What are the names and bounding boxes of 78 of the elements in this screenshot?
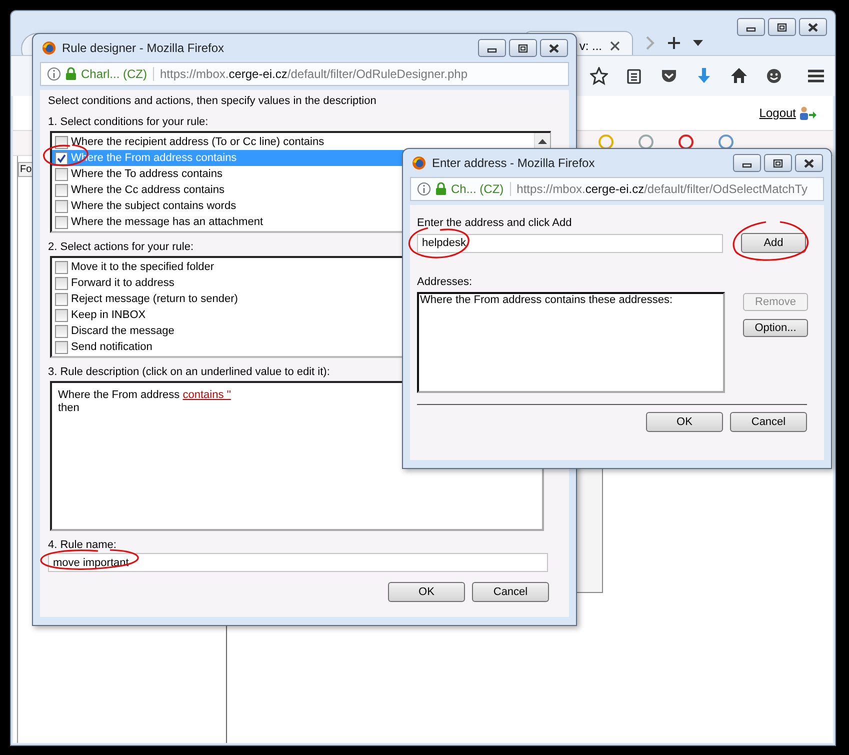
description-text: Where the From address contains '' [58, 389, 231, 402]
menu-icon[interactable] [807, 67, 825, 85]
lock-icon [65, 67, 77, 81]
maximize-button[interactable] [764, 154, 792, 172]
checkbox[interactable] [55, 168, 68, 180]
checkbox[interactable] [55, 276, 68, 290]
minimize-button[interactable] [478, 39, 506, 57]
close-icon [547, 42, 561, 54]
star-icon[interactable] [590, 67, 608, 85]
checkbox[interactable] [55, 308, 68, 322]
section-label: 3. Rule description (click on an underlined value to edit it): [48, 366, 330, 379]
section-label: 1. Select conditions for your rule: [48, 116, 208, 129]
checkbox[interactable] [55, 152, 68, 164]
info-icon [417, 182, 431, 196]
url-text: https://mbox.cerge-ei.cz/default/filter/OdSelectMatchTy [516, 182, 808, 196]
close-button[interactable] [799, 18, 827, 36]
url-text: https://mbox.cerge-ei.cz/default/filter/OdRuleDesigner.php [159, 67, 468, 81]
maximize-button[interactable] [768, 18, 796, 36]
tab-title: v: ... [579, 38, 602, 52]
checkbox[interactable] [55, 260, 68, 274]
add-button[interactable]: Add [741, 233, 806, 253]
clipboard-icon[interactable] [625, 67, 643, 85]
maximize-icon [775, 22, 789, 32]
logo-icon [42, 41, 56, 55]
checkbox[interactable] [55, 136, 68, 148]
section-label: 4. Rule name: [48, 539, 116, 552]
address-bar[interactable]: Charl... (CZ) https://mbox.cerge-ei.cz/default/filter/OdRuleDesigner.php [40, 62, 569, 86]
toolbar-icon[interactable] [678, 134, 694, 150]
checkbox[interactable] [55, 184, 68, 196]
close-icon [806, 22, 820, 32]
section-label: 2. Select actions for your rule: [48, 241, 194, 254]
toolbar-icon[interactable] [638, 134, 654, 150]
minimize-button[interactable] [733, 154, 761, 172]
home-icon[interactable] [730, 67, 748, 85]
toolbar-icon[interactable] [718, 134, 734, 150]
window-title: Rule designer - Mozilla Firefox [62, 41, 224, 55]
field-label: Addresses: [417, 276, 472, 289]
minimize-button[interactable] [737, 18, 765, 36]
toolbar-icon[interactable] [598, 134, 614, 150]
close-icon[interactable] [610, 40, 620, 50]
condition-item[interactable]: Where the recipient address (To or Cc line) contains [52, 134, 534, 150]
info-icon [47, 67, 61, 81]
address-bar[interactable]: Ch... (CZ) https://mbox.cerge-ei.cz/default/filter/OdSelectMatchTy [410, 177, 824, 201]
site-identity: Charl... (CZ) [81, 67, 154, 81]
checkbox[interactable] [55, 292, 68, 306]
cancel-button[interactable]: Cancel [730, 412, 807, 432]
close-icon [802, 158, 816, 168]
checkbox[interactable] [55, 340, 68, 354]
option-button[interactable]: Option... [743, 319, 808, 337]
checkbox[interactable] [55, 200, 68, 212]
logout-link[interactable]: Logout [759, 106, 796, 120]
name-field[interactable]: move important [48, 553, 548, 572]
logo-icon [412, 156, 426, 170]
smiley-icon[interactable] [765, 67, 783, 85]
download-icon[interactable] [695, 67, 713, 85]
lock-icon [435, 182, 447, 196]
list-header: Where the From address contains these addresses: [419, 294, 674, 307]
up-arrow-icon[interactable] [538, 139, 547, 144]
instruction-text: Select conditions and actions, then specify values in the description [48, 95, 376, 108]
address-field[interactable]: helpdesk [417, 234, 723, 252]
value-link[interactable]: contains '' [182, 389, 231, 401]
maximize-icon [516, 42, 530, 54]
cancel-button[interactable]: Cancel [472, 582, 549, 602]
checkbox[interactable] [55, 216, 68, 228]
caret-icon[interactable] [693, 40, 703, 46]
description-text: then [58, 402, 80, 415]
field-label: Enter the address and click Add [417, 217, 572, 230]
site-identity: Ch... (CZ) [451, 182, 511, 196]
plus-icon[interactable] [667, 36, 681, 50]
maximize-button[interactable] [509, 39, 537, 57]
checkbox[interactable] [55, 324, 68, 338]
close-button[interactable] [540, 39, 568, 57]
ok-button[interactable]: OK [388, 582, 465, 602]
ok-button[interactable]: OK [646, 412, 723, 432]
user-exit-icon [799, 106, 817, 120]
pocket-icon[interactable] [660, 67, 678, 85]
maximize-icon [771, 158, 785, 168]
close-button[interactable] [795, 154, 823, 172]
